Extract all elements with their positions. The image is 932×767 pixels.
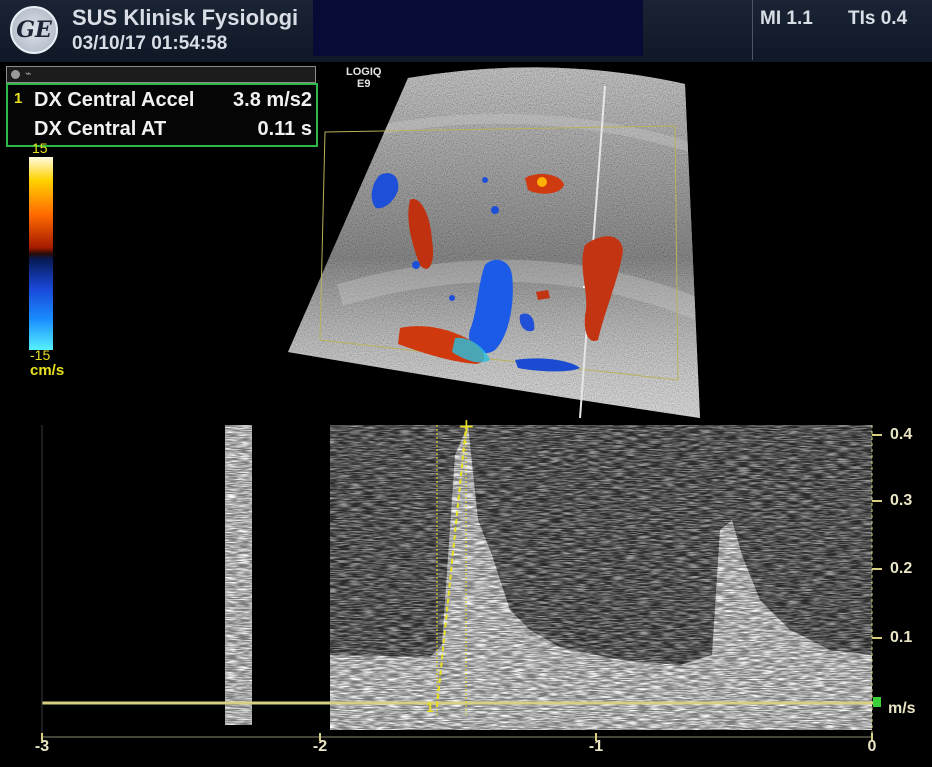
- spectral-doppler: +: [41, 415, 882, 741]
- time-tick: -1: [588, 738, 604, 755]
- velocity-unit: m/s: [888, 700, 916, 717]
- velocity-tick: 0.1: [890, 629, 913, 646]
- color-scale-min: -15: [30, 347, 51, 363]
- measurement-panel: 1 DX Central Accel 3.8 m/s2 DX Central A…: [6, 83, 318, 147]
- velocity-tick: 0.2: [890, 560, 913, 577]
- color-doppler-image: [288, 67, 700, 419]
- velocity-tick: 0.3: [890, 492, 913, 509]
- measurement-row: 1 DX Central Accel 3.8 m/s2: [8, 87, 316, 115]
- header-divider: [752, 0, 753, 60]
- color-velocity-scale: [29, 157, 53, 350]
- probe-icon: ⌁: [25, 68, 32, 80]
- organization-name: SUS Klinisk Fysiologi: [72, 5, 299, 30]
- measurement-label: DX Central AT: [34, 118, 167, 140]
- caliper-number: 1: [426, 699, 434, 715]
- measurement-toolbar[interactable]: ⌁: [6, 66, 316, 83]
- exam-datetime: 03/10/17 01:54:58: [72, 33, 228, 54]
- time-tick: -2: [312, 738, 328, 755]
- ge-logo-icon: GE: [10, 6, 58, 54]
- color-scale-max: 15: [32, 140, 48, 156]
- b-mode-sector: [288, 67, 700, 418]
- measurement-index: 1: [14, 90, 23, 107]
- measurement-row: DX Central AT 0.11 s: [8, 116, 316, 144]
- color-scale-unit: cm/s: [30, 362, 65, 379]
- record-dot-icon: [11, 70, 20, 79]
- mechanical-index: MI 1.1: [760, 8, 813, 29]
- time-tick: -3: [34, 738, 50, 755]
- baseline-handle[interactable]: [873, 697, 881, 707]
- time-tick: 0: [867, 738, 877, 755]
- thermal-index: TIs 0.4: [848, 8, 908, 29]
- cursor-crosshair-icon[interactable]: +: [458, 415, 475, 438]
- patient-info-panel: [313, 0, 643, 56]
- measurement-label: DX Central Accel: [34, 89, 195, 111]
- velocity-tick: 0.4: [890, 426, 913, 443]
